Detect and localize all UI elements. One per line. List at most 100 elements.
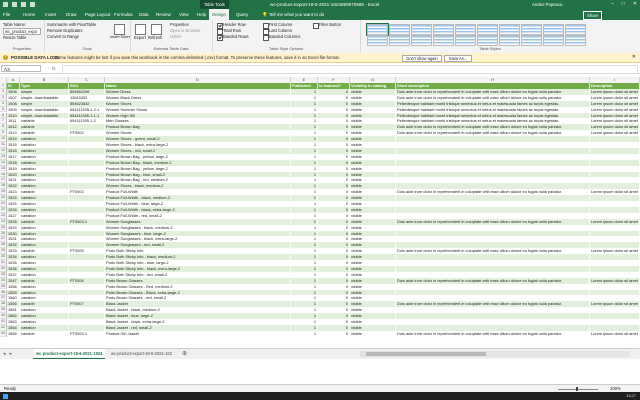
group-properties: Table Name: wc_product_expo Resize Table… [0,21,45,52]
next-sheet-icon[interactable]: ▸ [10,349,13,359]
autosave-icon[interactable] [3,2,8,7]
tab-query[interactable]: Query [233,9,251,20]
title-bar: Table Tools wc-product-export-18-6-2021-… [0,0,640,9]
row-number[interactable]: 43 [0,330,7,337]
worksheet-grid[interactable]: 1 ID Type SKU Name Published Is featured… [0,83,640,348]
function-icon[interactable]: fx [52,64,56,73]
redo-icon[interactable] [30,2,35,7]
table-style-swatch[interactable] [543,35,564,46]
windows-start-icon[interactable] [3,393,8,399]
refresh-button[interactable]: Refresh [148,35,162,40]
table-style-swatch[interactable] [521,35,542,46]
cell-name[interactable]: Product Girl Jacket [105,330,291,337]
name-box[interactable]: A3 [1,65,41,72]
close-button[interactable]: ✕ [633,0,637,9]
properties-button[interactable]: Properties [170,22,189,27]
table-name-input[interactable]: wc_product_expo [3,28,41,35]
maximize-button[interactable]: □ [622,0,625,9]
lightbulb-icon: 💡 [262,12,269,17]
tab-view[interactable]: View [176,9,192,20]
tab-design[interactable]: Design [209,9,230,20]
table-style-swatch[interactable] [433,24,454,35]
horizontal-scrollbar[interactable] [360,351,630,357]
tab-formulas[interactable]: Formulas [111,9,136,20]
table-style-swatch[interactable] [499,35,520,46]
sheet-tab-active[interactable]: wc-product-export-18-6-2021-1624 [33,349,106,359]
group-label-external: External Table Data [153,46,189,51]
tab-draw[interactable]: Draw [63,9,80,20]
tab-page-layout[interactable]: Page Layout [82,9,113,20]
cell-id[interactable]: 1565 [7,330,20,337]
table-style-swatch[interactable] [477,24,498,35]
table-style-swatch[interactable] [455,24,476,35]
table-style-swatch[interactable] [455,35,476,46]
banded-columns-label: Banded Columns [269,34,301,39]
save-as-button[interactable]: Save As... [444,55,472,62]
tab-data[interactable]: Data [136,9,152,20]
tab-help[interactable]: Help [194,9,209,20]
tell-me-search[interactable]: 💡 Tell me what you want to do [262,9,324,20]
quick-access-toolbar [3,2,35,7]
close-message-icon[interactable]: ✕ [632,53,636,62]
sheet-tab[interactable]: wc-product-export-18-6-2021-162 [108,349,175,358]
table-styles-gallery [366,23,610,46]
cell-visibility[interactable]: visible [350,330,396,337]
prev-sheet-icon[interactable]: ◂ [3,349,6,359]
tab-home[interactable]: Home [20,9,38,20]
total-row-label: Total Row [223,28,241,33]
context-tab-label: Table Tools [200,0,229,9]
cell-featured[interactable]: 0 [318,330,350,337]
table-style-swatch[interactable] [543,24,564,35]
refresh-icon[interactable] [151,24,162,35]
export-button[interactable]: Export [134,35,146,40]
convert-to-range-button[interactable]: Convert to Range [47,34,79,39]
share-button[interactable]: Share [583,11,603,20]
table-style-swatch[interactable] [521,24,542,35]
table-style-swatch[interactable] [411,24,432,35]
group-label-table-styles: Table Styles [479,46,501,51]
info-icon: ! [3,55,8,60]
scrollbar-thumb[interactable] [366,352,486,356]
table-style-swatch[interactable] [433,35,454,46]
slicer-icon[interactable] [114,24,125,35]
cell-type[interactable]: variable [20,330,69,337]
cell-published[interactable]: 1 [291,330,318,337]
add-sheet-icon[interactable]: ⊕ [182,349,187,359]
cell-short-description[interactable]: Duis aute irure dolor in reprehenderit i… [396,330,590,337]
cell-description[interactable]: Lorem ipsum dolor sit amet [590,330,640,337]
table-style-swatch[interactable] [389,35,410,46]
group-style-options: Header Row Total Row Banded Rows First C… [212,21,361,52]
formula-input[interactable] [62,65,638,74]
bottom-area: ◂ ▸ wc-product-export-18-6-2021-1624 wc-… [0,348,640,393]
cell-sku[interactable]: PT0003-1 [69,330,105,337]
data-loss-message-bar: ! POSSIBLE DATA LOSS Some features might… [0,53,640,63]
group-tools: Summarize with PivotTable Remove Duplica… [44,21,131,52]
table-style-swatch[interactable] [366,23,389,36]
resize-table-button[interactable]: Resize Table [3,35,26,40]
filter-button-label: Filter Button [319,22,342,27]
minimize-button[interactable]: – [611,0,614,9]
summarize-pivot-button[interactable]: Summarize with PivotTable [47,22,96,27]
first-column-label: First Column [269,22,293,27]
save-icon[interactable] [12,2,17,7]
dont-show-again-button[interactable]: Don't show again [402,55,442,62]
table-style-swatch[interactable] [411,35,432,46]
table-style-swatch[interactable] [565,24,586,35]
table-style-swatch[interactable] [389,24,410,35]
unlink-button[interactable]: Unlink [170,34,181,39]
export-icon[interactable] [135,24,146,35]
tab-file[interactable]: File [0,9,13,20]
table-row: 43 1565 variable PT0003-1 Product Girl Jacke… [0,330,640,337]
table-style-swatch[interactable] [499,24,520,35]
open-in-browser-button[interactable]: Open in Browser [170,28,201,33]
insert-slicer-label[interactable]: Insert Slicer [110,35,130,40]
undo-icon[interactable] [21,2,26,7]
remove-duplicates-button[interactable]: Remove Duplicates [47,28,83,33]
user-name[interactable]: Andrei Popescu [532,0,562,9]
tab-review[interactable]: Review [153,9,174,20]
table-style-swatch[interactable] [565,35,586,46]
table-style-swatch[interactable] [367,35,388,46]
tab-insert[interactable]: Insert [42,9,59,20]
document-title: wc-product-export-18-6-2021-162489997056… [270,2,380,7]
table-style-swatch[interactable] [477,35,498,46]
